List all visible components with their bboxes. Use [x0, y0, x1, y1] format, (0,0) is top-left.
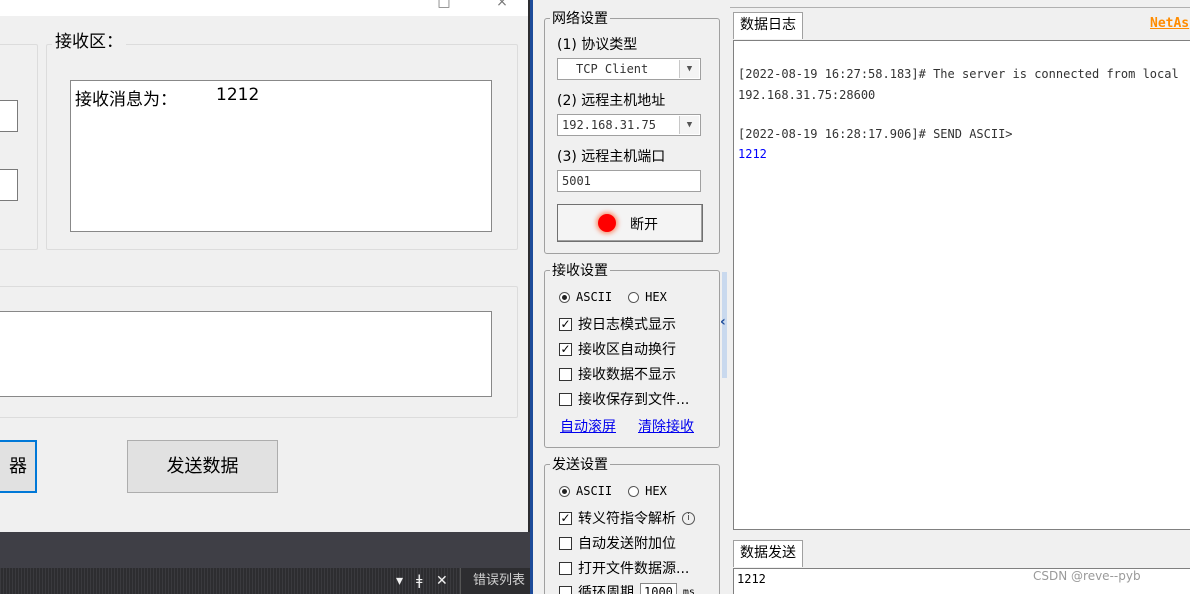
receive-encoding: ASCII HEX — [559, 290, 667, 304]
checkbox-checked[interactable]: ✓ — [559, 342, 572, 356]
info-icon[interactable]: i — [682, 511, 695, 525]
tab-data-send[interactable]: 数据发送 — [733, 540, 803, 567]
remote-port-input[interactable]: 5001 — [557, 170, 701, 192]
settings-group — [0, 44, 38, 250]
brand-link[interactable]: NetAs — [1150, 16, 1189, 31]
data-log-area[interactable]: [2022-08-19 16:27:58.183]# The server is… — [733, 40, 1190, 530]
network-settings-title: 网络设置 — [550, 10, 610, 28]
option-label: 接收数据不显示 — [578, 367, 676, 383]
chevron-down-icon: ▼ — [679, 116, 699, 134]
text-input-1[interactable] — [0, 100, 18, 132]
remote-host-label: (2) 远程主机地址 — [557, 93, 666, 109]
protocol-value: TCP Client — [576, 62, 649, 76]
remote-port-value: 5001 — [562, 174, 591, 188]
remote-host-select[interactable]: 192.168.31.75 ▼ — [557, 114, 701, 136]
send-hex-radio[interactable] — [628, 485, 640, 497]
receive-option-log[interactable]: ✓ 按日志模式显示 — [559, 314, 676, 334]
checkbox-checked[interactable]: ✓ — [559, 511, 572, 525]
receive-hex-radio[interactable] — [628, 291, 640, 303]
ide-toolbar — [0, 532, 530, 568]
option-label: 转义符指令解析 — [578, 511, 676, 527]
checkbox[interactable] — [559, 367, 572, 381]
checkbox[interactable] — [559, 561, 572, 575]
tab-data-log[interactable]: 数据日志 — [733, 12, 803, 39]
receive-hex-label: HEX — [645, 290, 667, 304]
send-option-cycle[interactable]: 循环周期 1000 ms — [559, 582, 695, 594]
send-encoding: ASCII HEX — [559, 484, 667, 498]
receive-option-hide[interactable]: 接收数据不显示 — [559, 364, 676, 384]
receive-settings-title: 接收设置 — [550, 262, 610, 280]
receive-ascii-radio[interactable] — [559, 291, 570, 303]
cycle-period-input[interactable]: 1000 — [640, 583, 677, 594]
send-ascii-radio[interactable] — [559, 485, 570, 497]
checkbox-checked[interactable]: ✓ — [559, 317, 572, 331]
protocol-select[interactable]: TCP Client ▼ — [557, 58, 701, 80]
option-label: 打开文件数据源... — [578, 561, 690, 577]
remote-port-label: (3) 远程主机端口 — [557, 149, 666, 165]
clear-receive-link[interactable]: 清除接收 — [638, 416, 694, 436]
watermark: CSDN @reve--pyb — [1033, 569, 1141, 583]
close-icon[interactable]: ✕ — [436, 568, 448, 594]
collapse-arrow-icon[interactable]: ‹ — [720, 314, 726, 330]
send-settings-title: 发送设置 — [550, 456, 610, 474]
cycle-unit: ms — [682, 586, 695, 594]
log-entry-header: [2022-08-19 16:27:58.183]# The server is… — [738, 67, 1179, 81]
option-label: 自动发送附加位 — [578, 536, 676, 552]
send-option-append[interactable]: 自动发送附加位 — [559, 533, 676, 553]
top-border — [730, 0, 1190, 8]
send-ascii-label: ASCII — [576, 484, 613, 498]
client-window: □ × 接收区： 接收消息为： 1212 器 发送数据 — [0, 0, 528, 532]
disconnect-button[interactable]: 断开 — [557, 204, 703, 242]
auto-scroll-link[interactable]: 自动滚屏 — [560, 416, 616, 436]
receive-option-wrap[interactable]: ✓ 接收区自动换行 — [559, 339, 676, 359]
option-label: 接收保存到文件... — [578, 392, 690, 408]
option-label: 按日志模式显示 — [578, 317, 676, 333]
send-input-value: 1212 — [737, 572, 766, 586]
checkbox[interactable] — [559, 585, 572, 594]
log-entry-body: 1212 — [738, 147, 767, 161]
option-label: 循环周期 — [578, 585, 634, 594]
checkbox[interactable] — [559, 392, 572, 406]
close-button[interactable]: × — [494, 0, 510, 10]
checkbox[interactable] — [559, 536, 572, 550]
send-option-escape[interactable]: ✓ 转义符指令解析 i — [559, 508, 695, 528]
led-icon — [598, 214, 616, 232]
log-entry-body: 192.168.31.75:28600 — [738, 88, 876, 102]
disconnect-label: 断开 — [630, 217, 658, 233]
connect-button[interactable]: 器 — [0, 440, 37, 493]
protocol-label: (1) 协议类型 — [557, 37, 638, 53]
receive-group-title: 接收区： — [52, 32, 126, 52]
maximize-button[interactable]: □ — [436, 0, 452, 10]
dropdown-icon[interactable]: ▾ — [396, 568, 403, 594]
send-data-button[interactable]: 发送数据 — [127, 440, 278, 493]
log-entry-header: [2022-08-19 16:28:17.906]# SEND ASCII> — [738, 127, 1013, 141]
received-label: 接收消息为： — [75, 90, 177, 110]
received-message-box[interactable]: 接收消息为： 1212 — [70, 80, 492, 232]
ide-tab-strip — [0, 568, 530, 594]
text-input-2[interactable] — [0, 169, 18, 201]
netassist-window: 网络设置 (1) 协议类型 TCP Client ▼ (2) 远程主机地址 19… — [530, 0, 1190, 594]
send-option-file[interactable]: 打开文件数据源... — [559, 558, 689, 578]
tab-error-list[interactable]: 错误列表 — [460, 568, 530, 594]
send-message-box[interactable] — [0, 311, 492, 397]
receive-ascii-label: ASCII — [576, 290, 613, 304]
receive-option-save[interactable]: 接收保存到文件... — [559, 389, 689, 409]
send-hex-label: HEX — [645, 484, 667, 498]
pin-icon[interactable]: ǂ — [416, 568, 422, 594]
received-value: 1212 — [216, 85, 260, 105]
remote-host-value: 192.168.31.75 — [562, 118, 656, 132]
option-label: 接收区自动换行 — [578, 342, 676, 358]
chevron-down-icon: ▼ — [679, 60, 699, 78]
